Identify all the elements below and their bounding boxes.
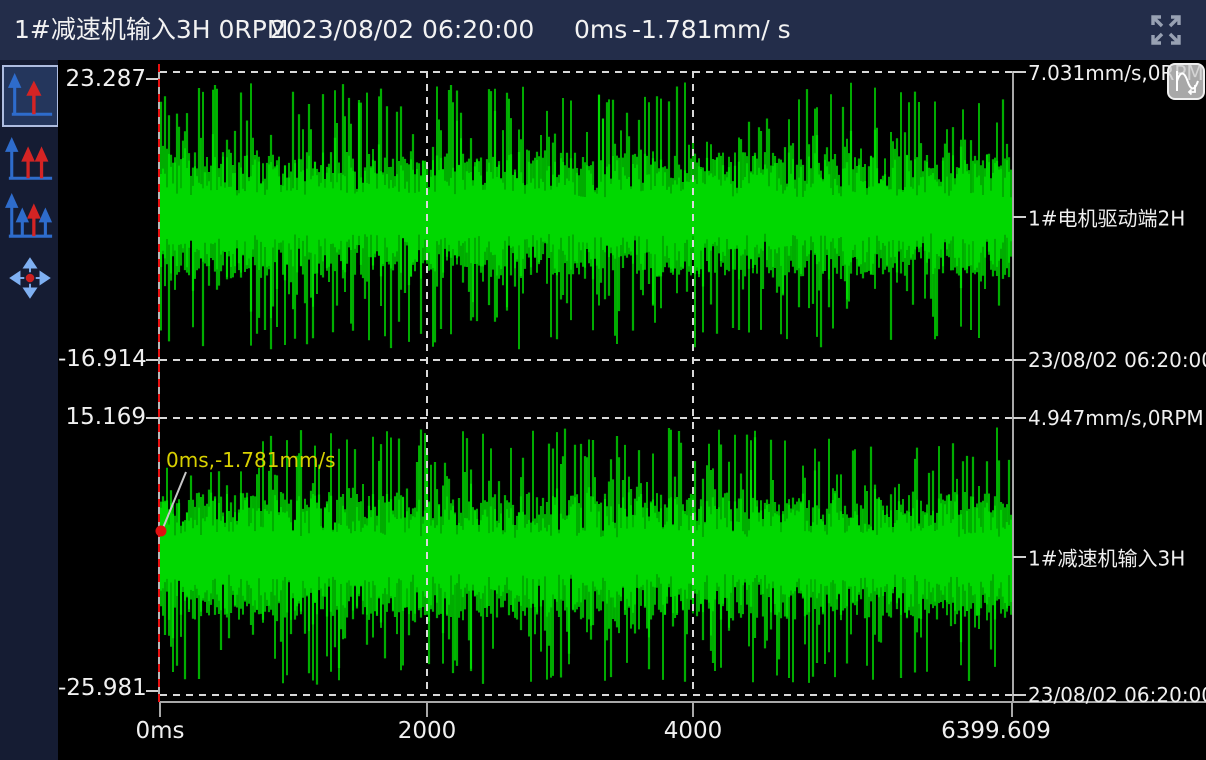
r-tick xyxy=(1013,556,1026,558)
tool-single-peak-cursor[interactable] xyxy=(2,65,59,127)
x-tick-label-4000: 4000 xyxy=(623,718,763,744)
plot-right-border xyxy=(1012,71,1014,702)
grid-line-2000 xyxy=(426,71,428,695)
fullscreen-expand-icon[interactable] xyxy=(1144,8,1188,52)
annotation-leader-line xyxy=(150,430,210,542)
chart2-timestamp-label: 23/08/02 06:20:00 xyxy=(1028,683,1206,707)
x-tick xyxy=(1011,701,1013,717)
x-tick xyxy=(426,701,428,717)
r-tick xyxy=(1013,694,1026,696)
chart1-ymin-label: -16.914 xyxy=(58,346,146,372)
chart1-bottom-border xyxy=(160,359,1013,361)
tool-pan[interactable] xyxy=(7,256,52,300)
x-tick-label-0: 0ms xyxy=(90,718,230,744)
chart2-ymin-label: -25.981 xyxy=(58,675,146,701)
x-tick xyxy=(159,701,161,717)
waveform-chart-top[interactable] xyxy=(160,72,1013,359)
tool-harmonic-cursor[interactable] xyxy=(3,136,56,184)
chart1-top-border xyxy=(160,71,1013,73)
sample-datetime: 2023/08/02 06:20:00 xyxy=(270,0,534,60)
header-bar: 1#减速机输入3H 0RPM 2023/08/02 06:20:00 0ms -… xyxy=(0,0,1206,60)
cursor-time-readout: 0ms xyxy=(574,0,627,60)
chart2-top-border xyxy=(160,417,1013,419)
chart2-peak-label: 4.947mm/s,0RPM xyxy=(1028,406,1204,430)
tool-sidebar xyxy=(0,60,58,760)
cursor-line[interactable] xyxy=(158,64,160,702)
r-tick xyxy=(1013,216,1026,218)
chart2-bottom-border xyxy=(160,694,1013,696)
r-tick xyxy=(1013,359,1026,361)
tool-sideband-cursor[interactable] xyxy=(3,188,56,244)
chart1-timestamp-label: 23/08/02 06:20:00 xyxy=(1028,348,1206,372)
cursor-point-marker xyxy=(156,526,167,537)
waveform-view-icon[interactable] xyxy=(1167,63,1205,100)
app-window: 1#减速机输入3H 0RPM 2023/08/02 06:20:00 0ms -… xyxy=(0,0,1206,760)
r-tick xyxy=(1013,71,1026,73)
measurement-point-title: 1#减速机输入3H 0RPM xyxy=(14,0,288,60)
chart1-channel-label: 1#电机驱动端2H xyxy=(1028,203,1185,232)
chart-panel: 23.287 -16.914 15.169 -25.981 7.031mm/s,… xyxy=(58,60,1206,760)
chart1-ymax-label: 23.287 xyxy=(58,66,146,92)
x-tick-label-end: 6399.609 xyxy=(926,718,1066,744)
cursor-value-readout: -1.781mm/ s xyxy=(632,0,791,60)
grid-line-4000 xyxy=(692,71,694,695)
chart2-ymax-label: 15.169 xyxy=(58,404,146,430)
peak-glyph xyxy=(29,84,39,114)
x-tick-label-2000: 2000 xyxy=(357,718,497,744)
x-tick xyxy=(692,701,694,717)
r-tick xyxy=(1013,417,1026,419)
chart2-channel-label: 1#减速机输入3H xyxy=(1028,543,1185,572)
